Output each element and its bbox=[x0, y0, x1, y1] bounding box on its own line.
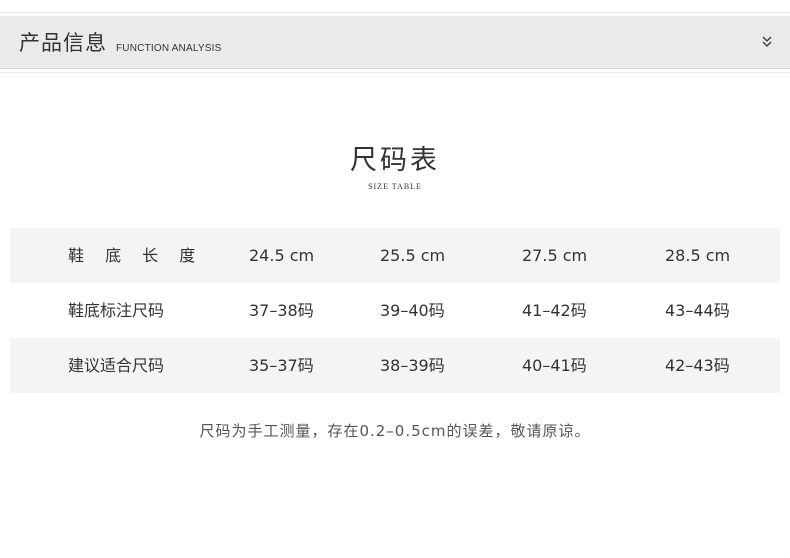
section-subtitle: SIZE TABLE bbox=[368, 182, 422, 191]
table-row: 建议适合尺码 35–37码 38–39码 40–41码 42–43码 bbox=[10, 338, 780, 393]
table-cell: 41–42码 bbox=[522, 301, 587, 320]
table-cell: 38–39码 bbox=[380, 356, 445, 375]
size-table: 鞋 底 长 度 24.5 cm 25.5 cm 27.5 cm 28.5 cm … bbox=[10, 228, 780, 393]
product-info-header[interactable]: 产品信息 FUNCTION ANALYSIS bbox=[0, 16, 790, 69]
table-cell: 35–37码 bbox=[249, 356, 314, 375]
table-cell: 24.5 cm bbox=[249, 246, 315, 265]
table-row: 鞋 底 长 度 24.5 cm 25.5 cm 27.5 cm 28.5 cm bbox=[10, 228, 780, 283]
row-label: 鞋底标注尺码 bbox=[68, 301, 165, 320]
table-cell: 27.5 cm bbox=[522, 246, 588, 265]
top-divider bbox=[0, 12, 790, 13]
table-cell: 25.5 cm bbox=[380, 246, 446, 265]
table-cell: 28.5 cm bbox=[665, 246, 731, 265]
header-subtitle: FUNCTION ANALYSIS bbox=[116, 43, 222, 54]
section-title: 尺码表 bbox=[350, 145, 440, 176]
header-divider bbox=[0, 72, 790, 73]
table-cell: 37–38码 bbox=[249, 301, 314, 320]
measurement-note: 尺码为手工测量，存在0.2–0.5cm的误差，敬请原谅。 bbox=[199, 422, 591, 440]
table-cell: 43–44码 bbox=[665, 301, 730, 320]
double-chevron-down-icon[interactable] bbox=[761, 35, 773, 49]
row-label: 建议适合尺码 bbox=[68, 356, 165, 375]
header-title: 产品信息 bbox=[19, 31, 107, 55]
table-cell: 40–41码 bbox=[522, 356, 587, 375]
table-cell: 39–40码 bbox=[380, 301, 445, 320]
row-label: 鞋 底 长 度 bbox=[68, 246, 204, 265]
table-row: 鞋底标注尺码 37–38码 39–40码 41–42码 43–44码 bbox=[10, 283, 780, 338]
table-cell: 42–43码 bbox=[665, 356, 730, 375]
